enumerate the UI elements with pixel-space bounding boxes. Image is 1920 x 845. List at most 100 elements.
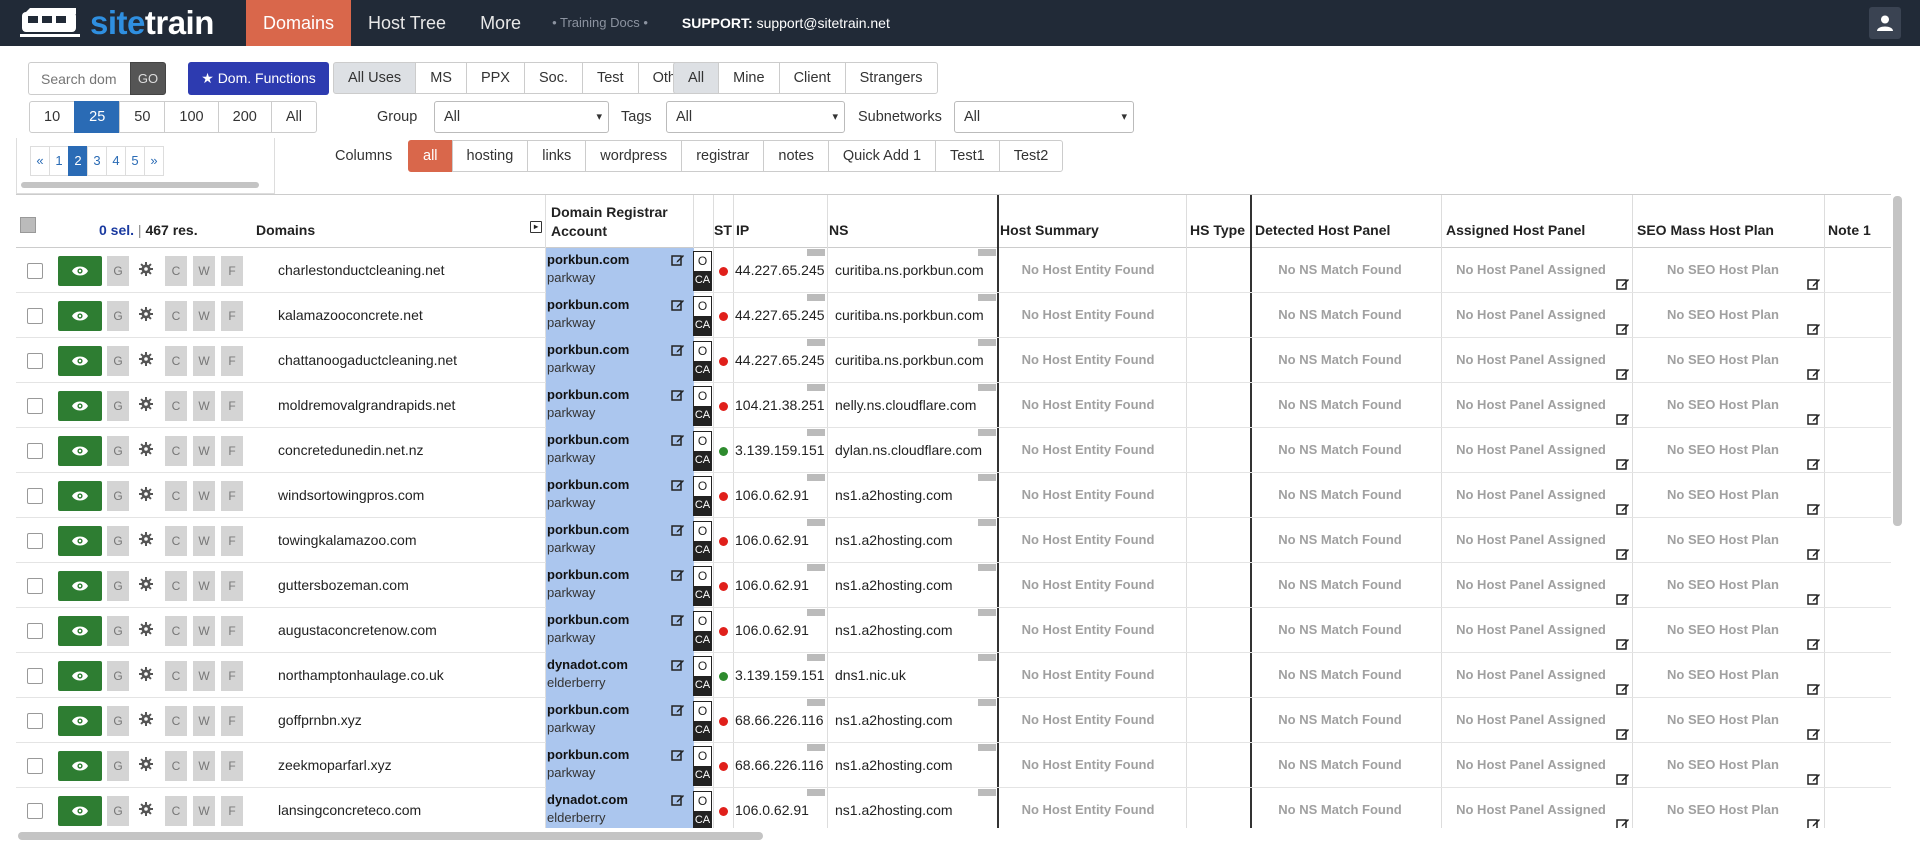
c-button[interactable]: C (165, 751, 187, 781)
go-button[interactable]: GO (130, 62, 166, 95)
f-button[interactable]: F (221, 256, 243, 286)
view-button[interactable] (58, 301, 102, 331)
c-button[interactable]: C (165, 661, 187, 691)
support-email[interactable]: support@sitetrain.net (757, 15, 890, 31)
edit-registrar-button[interactable] (671, 703, 685, 721)
page-4[interactable]: 4 (106, 146, 126, 176)
view-button[interactable] (58, 616, 102, 646)
row-checkbox[interactable] (27, 398, 43, 414)
row-checkbox[interactable] (27, 353, 43, 369)
oca-badge[interactable]: O CA (693, 251, 712, 291)
row-checkbox[interactable] (27, 578, 43, 594)
column-quick-add-1[interactable]: Quick Add 1 (827, 140, 937, 172)
c-button[interactable]: C (165, 616, 187, 646)
page-2[interactable]: 2 (68, 146, 88, 176)
domain-name[interactable]: charlestonductcleaning.net (278, 248, 445, 293)
page-next[interactable]: » (144, 146, 164, 176)
oca-badge[interactable]: O CA (693, 791, 712, 828)
w-button[interactable]: W (193, 391, 215, 421)
settings-button[interactable] (139, 667, 153, 685)
logo[interactable]: sitetrain (0, 0, 246, 46)
edit-registrar-button[interactable] (671, 523, 685, 541)
header-registrar[interactable]: Domain Registrar Account (551, 203, 668, 241)
filter-test[interactable]: Test (581, 62, 639, 94)
f-button[interactable]: F (221, 346, 243, 376)
edit-registrar-button[interactable] (671, 568, 685, 586)
c-button[interactable]: C (165, 301, 187, 331)
row-checkbox[interactable] (27, 488, 43, 504)
g-button[interactable]: G (107, 571, 129, 601)
row-checkbox[interactable] (27, 308, 43, 324)
row-checkbox[interactable] (27, 443, 43, 459)
f-button[interactable]: F (221, 751, 243, 781)
f-button[interactable]: F (221, 661, 243, 691)
header-note-1[interactable]: Note 1 (1828, 195, 1871, 248)
domain-name[interactable]: lansingconcreteco.com (278, 788, 421, 828)
w-button[interactable]: W (193, 301, 215, 331)
column-all[interactable]: all (408, 140, 453, 172)
page-5[interactable]: 5 (125, 146, 145, 176)
header-assigned-host-panel[interactable]: Assigned Host Panel (1446, 195, 1585, 248)
page-3[interactable]: 3 (87, 146, 107, 176)
w-button[interactable]: W (193, 481, 215, 511)
f-button[interactable]: F (221, 796, 243, 826)
g-button[interactable]: G (107, 616, 129, 646)
domain-name[interactable]: goffprnbn.xyz (278, 698, 362, 743)
edit-assigned-panel-button[interactable] (1616, 817, 1630, 828)
settings-button[interactable] (139, 532, 153, 550)
settings-button[interactable] (139, 307, 153, 325)
settings-button[interactable] (139, 487, 153, 505)
column-registrar[interactable]: registrar (681, 140, 765, 172)
oca-badge[interactable]: O CA (693, 701, 712, 741)
w-button[interactable]: W (193, 436, 215, 466)
header-ns[interactable]: NS (829, 195, 848, 248)
filter-ppx[interactable]: PPX (465, 62, 525, 94)
f-button[interactable]: F (221, 526, 243, 556)
row-checkbox[interactable] (27, 758, 43, 774)
f-button[interactable]: F (221, 616, 243, 646)
domain-name[interactable]: towingkalamazoo.com (278, 518, 417, 563)
w-button[interactable]: W (193, 796, 215, 826)
owner-strangers[interactable]: Strangers (844, 62, 938, 94)
column-wordpress[interactable]: wordpress (585, 140, 683, 172)
c-button[interactable]: C (165, 346, 187, 376)
g-button[interactable]: G (107, 661, 129, 691)
view-button[interactable] (58, 706, 102, 736)
f-button[interactable]: F (221, 481, 243, 511)
owner-all[interactable]: All (673, 62, 720, 94)
horizontal-scrollbar[interactable] (18, 832, 763, 840)
w-button[interactable]: W (193, 706, 215, 736)
header-domains[interactable]: Domains (256, 195, 315, 248)
column-notes[interactable]: notes (763, 140, 829, 172)
view-button[interactable] (58, 751, 102, 781)
view-button[interactable] (58, 391, 102, 421)
edit-registrar-button[interactable] (671, 433, 685, 451)
dom-functions-button[interactable]: ★ Dom. Functions (188, 62, 329, 95)
group-select[interactable]: All ▾ (434, 101, 609, 133)
w-button[interactable]: W (193, 751, 215, 781)
f-button[interactable]: F (221, 706, 243, 736)
edit-registrar-button[interactable] (671, 793, 685, 811)
header-hs-type[interactable]: HS Type (1190, 195, 1245, 248)
g-button[interactable]: G (107, 526, 129, 556)
pagination-scrollbar[interactable] (21, 182, 259, 188)
edit-registrar-button[interactable] (671, 388, 685, 406)
edit-registrar-button[interactable] (671, 748, 685, 766)
g-button[interactable]: G (107, 706, 129, 736)
page-size-100[interactable]: 100 (164, 101, 219, 133)
oca-badge[interactable]: O CA (693, 611, 712, 651)
settings-button[interactable] (139, 712, 153, 730)
oca-badge[interactable]: O CA (693, 521, 712, 561)
domain-name[interactable]: augustaconcretenow.com (278, 608, 437, 653)
domain-name[interactable]: concretedunedin.net.nz (278, 428, 424, 473)
f-button[interactable]: F (221, 571, 243, 601)
filter-ms[interactable]: MS (415, 62, 467, 94)
subnetworks-select[interactable]: All ▾ (954, 101, 1134, 133)
view-button[interactable] (58, 571, 102, 601)
domain-name[interactable]: kalamazooconcrete.net (278, 293, 423, 338)
column-test2[interactable]: Test2 (998, 140, 1064, 172)
row-checkbox[interactable] (27, 668, 43, 684)
nav-training-docs[interactable]: • Training Docs • (538, 0, 662, 46)
header-host-summary[interactable]: Host Summary (1000, 195, 1099, 248)
settings-button[interactable] (139, 397, 153, 415)
